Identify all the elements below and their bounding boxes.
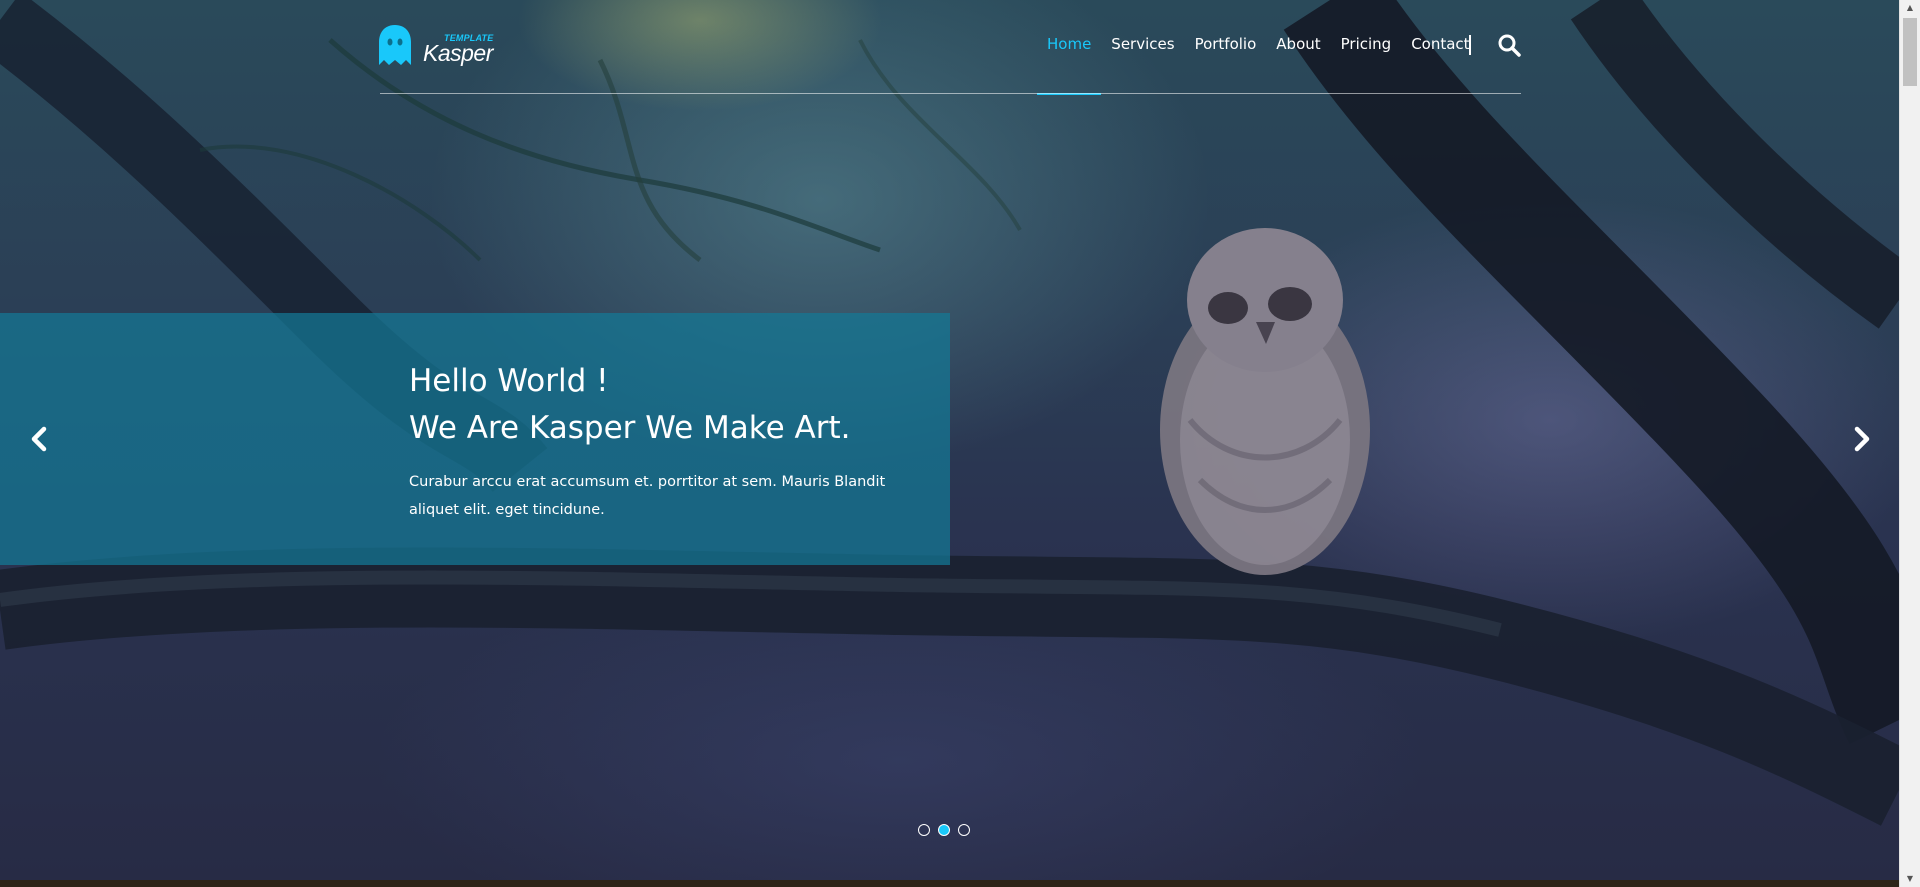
nav-pricing[interactable]: Pricing [1331, 0, 1402, 94]
nav-services[interactable]: Services [1101, 0, 1184, 94]
slide-heading-line2: We Are Kasper We Make Art. [409, 410, 851, 446]
chevron-left-icon [31, 426, 47, 452]
site-logo[interactable]: TEMPLATE Kasper [378, 24, 498, 68]
slider-bullet-3[interactable] [958, 824, 970, 836]
slide-description: Curabur arccu erat accumsum et. porrtito… [409, 474, 886, 518]
nav-home[interactable]: Home [1037, 0, 1102, 95]
slider-pagination [918, 824, 970, 836]
nav-portfolio[interactable]: Portfolio [1185, 0, 1267, 94]
main-nav: Home Services Portfolio About Pricing Co… [1037, 0, 1480, 95]
slide-heading-line1: Hello World ! [409, 363, 609, 399]
nav-divider [1469, 35, 1471, 55]
next-section-edge [0, 880, 1899, 887]
slide-heading: Hello World ! We Are Kasper We Make Art. [409, 358, 929, 452]
scrollbar-thumb[interactable] [1903, 18, 1917, 86]
nav-about[interactable]: About [1266, 0, 1330, 94]
slider-bullet-1[interactable] [918, 824, 930, 836]
scroll-up-icon[interactable]: ▲ [1900, 0, 1920, 16]
logo-name: Kasper [423, 40, 493, 66]
slider-prev-button[interactable] [25, 424, 55, 454]
chevron-right-icon [1854, 426, 1870, 452]
page-scrollbar[interactable]: ▲ ▼ [1899, 0, 1920, 887]
scroll-down-icon[interactable]: ▼ [1900, 871, 1920, 887]
header-divider [380, 93, 1521, 94]
slider-bullet-2[interactable] [938, 824, 950, 836]
ghost-icon [379, 25, 411, 65]
slider-next-button[interactable] [1846, 424, 1876, 454]
search-icon [1498, 34, 1521, 57]
hero-slider: TEMPLATE Kasper Home Services Portfolio … [0, 0, 1899, 880]
search-button[interactable] [1497, 33, 1521, 57]
nav-contact[interactable]: Contact [1401, 0, 1479, 94]
slide-caption: Hello World ! We Are Kasper We Make Art.… [0, 313, 950, 565]
